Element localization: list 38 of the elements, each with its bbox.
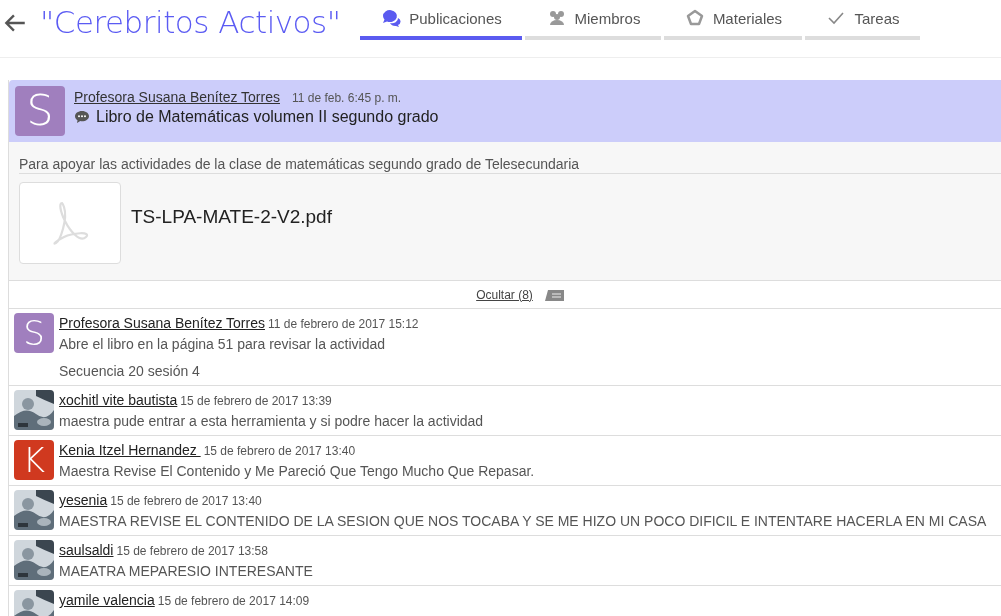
tab[interactable]: Materiales <box>664 0 803 40</box>
hide-comments-link[interactable]: Ocultar (8) <box>476 287 533 302</box>
speech-bubble-icon <box>74 110 90 124</box>
letter-avatar: K <box>14 440 54 480</box>
comment-date: 15 de febrero de 2017 13:58 <box>116 544 268 558</box>
post-time: 11 de feb. 6:45 p. m. <box>291 91 402 105</box>
author-link[interactable]: Profesora Susana Benítez Torres <box>74 89 280 105</box>
tab[interactable]: Miembros <box>525 0 662 40</box>
comment-text: Secuencia 20 sesión 4 <box>59 362 201 381</box>
tab[interactable]: Publicaciones <box>360 0 523 40</box>
file-name[interactable]: TS-LPA-MATE-2-V2.pdf <box>131 206 332 228</box>
pentagon-icon <box>684 8 705 28</box>
author-link[interactable]: saulsaldi <box>59 542 114 558</box>
comment-text: Abre el libro en la página 51 para revisar la actividad <box>59 335 387 354</box>
group-title: "Cerebritos Activos" <box>40 3 341 42</box>
pdf-icon <box>50 199 90 247</box>
tab[interactable]: Tareas <box>805 0 921 40</box>
author-link[interactable]: Kenia Itzel Hernandez <box>59 442 201 458</box>
letter-avatar: S <box>14 313 54 353</box>
chat-bubbles-icon <box>381 8 402 28</box>
comment-text: MAESTRA REVISE EL CONTENIDO DE LA SESION QUE NOS TOCABA Y SE ME HIZO UN POCO DIFICIL E INTENTARE HACERLA EN MI CASA <box>59 512 987 531</box>
post-title: Libro de Matemáticas volumen II segundo grado <box>96 108 439 126</box>
comment-date: 15 de febrero de 2017 13:40 <box>203 444 356 458</box>
comment-date: 15 de febrero de 2017 13:40 <box>110 494 262 508</box>
author-link[interactable]: xochitl vite bautista <box>59 392 178 408</box>
comment-text: MAEATRA MEPARESIO INTERESANTE <box>59 562 313 581</box>
comment-date: 15 de febrero de 2017 14:09 <box>157 594 310 608</box>
letter-avatar: S <box>15 86 65 136</box>
file-thumbnail[interactable] <box>19 182 121 264</box>
comment-text: Maestra Revise El Contenido y Me Pareció Que Tengo Mucho Que Repasar. <box>59 462 535 481</box>
comment-date: 15 de febrero de 2017 13:39 <box>180 394 332 408</box>
comment-date: 11 de febrero de 2017 15:12 <box>267 317 419 331</box>
post-description: Para apoyar las actividades de la clase de matemáticas segundo grado de Telesecundaria <box>19 156 1001 174</box>
comment-icon[interactable] <box>544 288 564 301</box>
author-link[interactable]: Profesora Susana Benítez Torres <box>59 315 265 331</box>
comment-text: maestra pude entrar a esta herramienta y si podre hacer la actividad <box>59 412 484 431</box>
author-link[interactable]: yamile valencia <box>59 592 155 608</box>
author-link[interactable]: yesenia <box>59 492 108 508</box>
